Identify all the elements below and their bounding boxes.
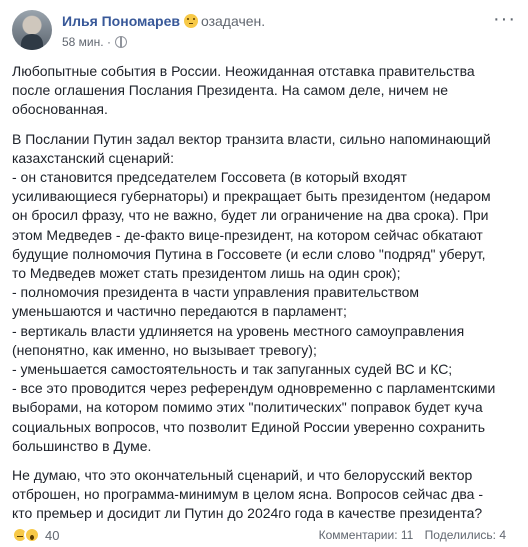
- reactions-summary[interactable]: 40: [12, 526, 59, 544]
- post-header: Илья Пономарев озадачен. 58 мин. · ···: [12, 9, 516, 54]
- feeling-text: озадачен.: [200, 13, 266, 29]
- comments-count-link[interactable]: Комментарии: 11: [319, 528, 414, 542]
- post-stats: Комментарии: 11 Поделились: 4: [319, 528, 506, 542]
- reaction-count: 40: [45, 527, 60, 543]
- post-timestamp[interactable]: 58 мин.: [62, 35, 104, 49]
- facebook-post: Илья Пономарев озадачен. 58 мин. · ··· Лю…: [0, 0, 528, 547]
- shares-count-link[interactable]: Поделились: 4: [425, 528, 506, 542]
- thinking-face-icon: [183, 14, 198, 28]
- post-body: Любопытные события в России. Неожиданная…: [12, 62, 508, 534]
- author-avatar[interactable]: [12, 10, 52, 50]
- wow-reaction-icon: [24, 527, 40, 543]
- more-options-button[interactable]: ···: [493, 9, 516, 29]
- post-meta: 58 мин. ·: [62, 35, 127, 49]
- meta-separator: ·: [106, 35, 111, 49]
- author-name[interactable]: Илья Пономарев: [62, 13, 180, 29]
- post-paragraph: Не думаю, что это окончательный сценарий…: [12, 467, 484, 522]
- more-dots-icon: ···: [493, 8, 516, 30]
- globe-icon: [114, 36, 127, 48]
- post-paragraph: Любопытные события в России. Неожиданная…: [12, 63, 475, 118]
- post-footer: 40 Комментарии: 11 Поделились: 4: [12, 526, 516, 547]
- post-paragraph: В Послании Путин задал вектор транзита в…: [12, 130, 496, 454]
- author-line: Илья Пономарев озадачен.: [62, 13, 265, 29]
